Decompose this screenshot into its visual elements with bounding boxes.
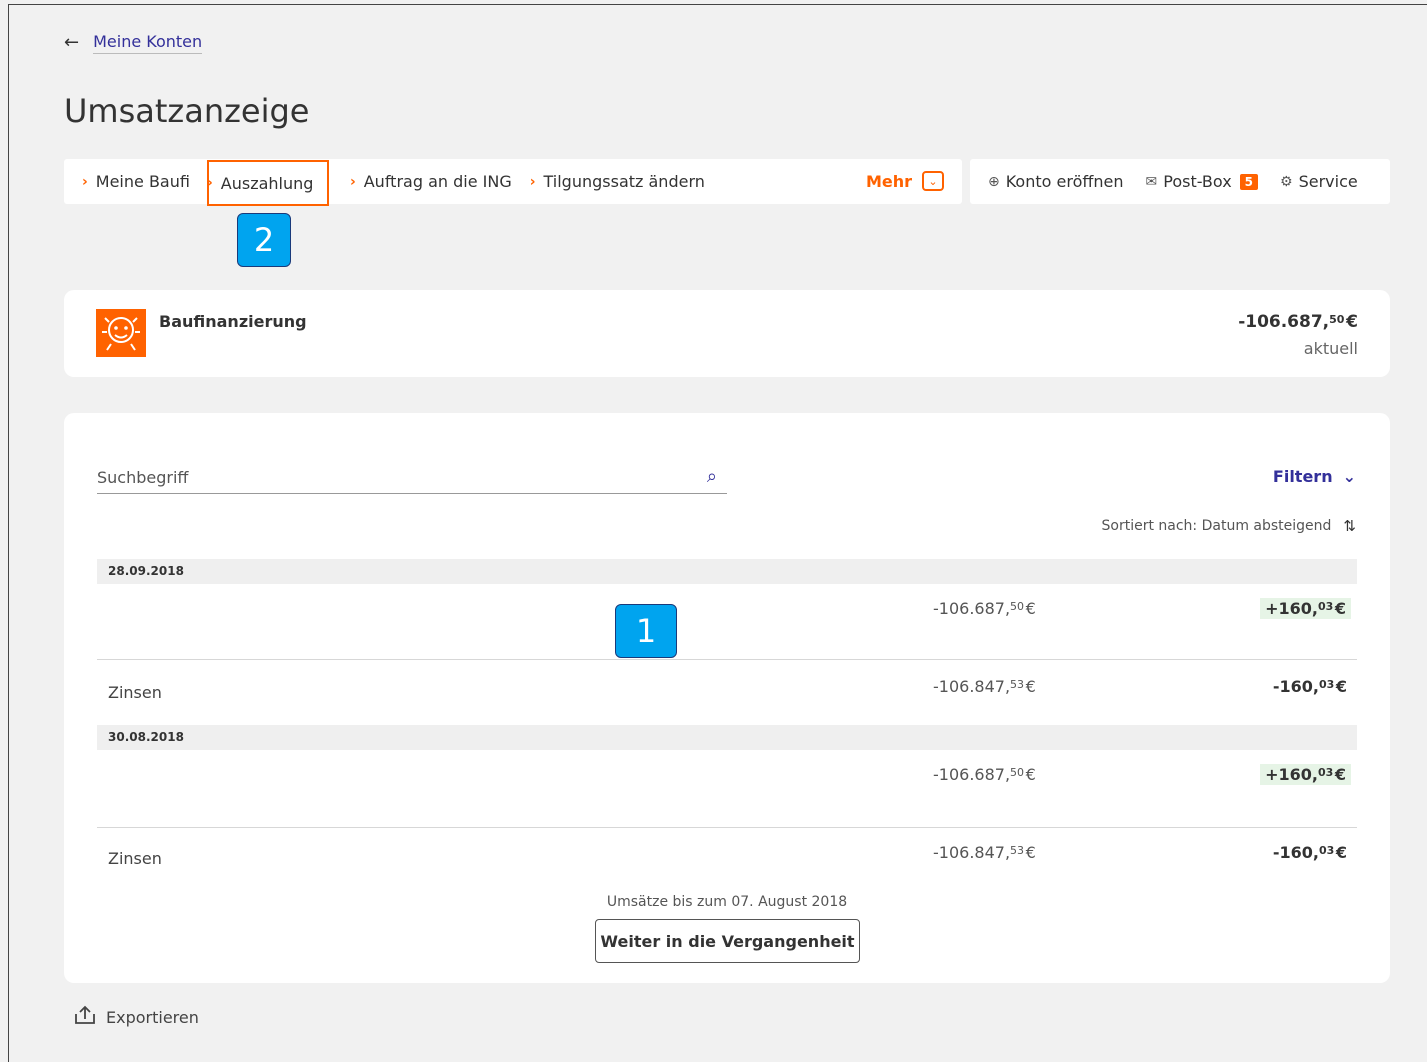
account-balance-status: aktuell [1303,339,1358,358]
running-balance-main: -106.847, [933,843,1011,862]
currency: € [1334,599,1346,618]
upload-icon [74,1005,96,1030]
plus-circle-icon: ⊕ [988,173,1000,190]
nav-item-label: Tilgungssatz ändern [543,172,705,191]
postbox-count-badge: 5 [1239,173,1259,190]
transaction-amount-main: -160, [1272,677,1319,696]
search-field[interactable]: ⌕ [97,466,727,494]
back-link-label[interactable]: Meine Konten [93,32,203,54]
search-input[interactable] [97,466,677,487]
running-balance-cents: 50 [1010,600,1025,613]
currency: € [1025,599,1036,618]
export-label: Exportieren [106,1008,199,1027]
transaction-label: Zinsen [108,683,162,702]
account-balance-main: -106.687, [1238,312,1330,332]
filter-button[interactable]: Filtern ⌄ [1273,467,1356,486]
table-row[interactable]: Zinsen -106.847,53 € -160,03 € [97,661,1357,725]
service-toolbar: ⊕ Konto eröffnen ✉ Post-Box 5 ⚙ Service [970,159,1390,204]
table-row[interactable]: Zinsen -106.847,53 € -160,03 € [97,828,1357,888]
transaction-amount-cents: 03 [1318,678,1335,691]
currency: € [1025,677,1036,696]
running-balance: -106.687,50 € [933,765,1036,784]
nav-item-label: Auftrag an die ING [363,172,512,191]
history-range-text: Umsätze bis zum 07. August 2018 [606,894,848,910]
nav-item-label: Meine Baufi [95,172,190,191]
running-balance-cents: 53 [1010,844,1025,857]
filter-label: Filtern [1272,467,1333,486]
date-header: 30.08.2018 [97,725,1357,750]
gear-icon: ⚙ [1280,173,1293,190]
transactions-card: ⌕ Filtern ⌄ Sortiert nach: Datum absteig… [64,413,1390,983]
account-balance: -106.687,50 € [1238,312,1358,332]
currency: € [1334,765,1346,784]
transaction-amount-cents: 03 [1317,766,1334,779]
running-balance-cents: 53 [1010,678,1025,691]
envelope-icon: ✉ [1145,173,1158,190]
account-balance-cents: 50 [1329,313,1345,326]
more-menu-label: Mehr [865,171,912,191]
load-older-button[interactable]: Weiter in die Vergangenheit [595,919,860,963]
account-summary-card: Baufinanzierung -106.687,50 € aktuell [64,290,1390,377]
nav-item-meine-baufi[interactable]: › Meine Baufi [64,159,190,204]
annotation-marker-2: 2 [237,213,291,267]
product-nav: › Meine Baufi › Auszahlung › Auftrag an … [64,159,962,206]
annotation-marker-1: 1 [615,604,677,658]
nav-item-label: Auszahlung [220,173,314,193]
transaction-amount-cents: 03 [1317,600,1334,613]
back-link[interactable]: ← Meine Konten [64,32,203,54]
open-account-label: Konto eröffnen [1005,172,1124,191]
running-balance-main: -106.847, [933,677,1011,696]
currency: € [1335,677,1347,696]
account-name: Baufinanzierung [159,312,307,331]
transaction-amount: +160,03 € [1260,598,1351,619]
service-label: Service [1298,172,1358,191]
transaction-amount-main: +160, [1265,765,1318,784]
currency: € [1025,843,1036,862]
transaction-amount: +160,03 € [1260,764,1351,785]
export-button[interactable]: Exportieren [74,1005,199,1030]
chevron-down-icon: ⌄ [922,171,944,191]
running-balance-main: -106.687, [933,599,1011,618]
running-balance-cents: 50 [1010,766,1025,779]
transaction-amount: -160,03 € [1273,677,1347,696]
table-row[interactable]: -106.687,50 € +160,03 € [97,584,1357,660]
transaction-amount-main: -160, [1272,843,1319,862]
nav-item-tilgungssatz[interactable]: › Tilgungssatz ändern [512,159,705,204]
chevron-right-icon: › [207,175,213,191]
running-balance-main: -106.687, [933,765,1011,784]
chevron-right-icon: › [82,173,88,190]
open-account-button[interactable]: ⊕ Konto eröffnen [988,172,1124,191]
running-balance: -106.847,53 € [933,677,1036,696]
more-menu-button[interactable]: Mehr ⌄ [866,171,944,191]
postbox-button[interactable]: ✉ Post-Box 5 [1146,172,1259,191]
arrow-left-icon: ← [64,32,80,53]
postbox-label: Post-Box [1163,172,1232,191]
table-row[interactable]: -106.687,50 € +160,03 € [97,750,1357,828]
transaction-amount-cents: 03 [1318,844,1335,857]
chevron-right-icon: › [349,173,356,190]
transaction-amount-main: +160, [1265,599,1318,618]
currency: € [1025,765,1036,784]
service-button[interactable]: ⚙ Service [1280,172,1358,191]
nav-item-auszahlung[interactable]: › Auszahlung [207,160,329,206]
running-balance: -106.687,50 € [933,599,1036,618]
currency: € [1335,843,1347,862]
sort-toggle[interactable]: Sortiert nach: Datum absteigend ⇅ [1102,517,1356,535]
lion-icon [96,309,146,357]
search-icon[interactable]: ⌕ [707,466,717,487]
page-title: Umsatzanzeige [64,92,310,130]
transaction-amount: -160,03 € [1273,843,1347,862]
chevron-down-icon: ⌄ [1342,467,1356,486]
running-balance: -106.847,53 € [933,843,1036,862]
transaction-label: Zinsen [108,849,162,868]
sort-label: Sortiert nach: Datum absteigend [1101,518,1332,534]
account-balance-currency: € [1346,312,1358,332]
nav-item-auftrag[interactable]: › Auftrag an die ING [332,159,512,204]
chevron-right-icon: › [529,173,536,190]
sort-icon: ⇅ [1343,517,1356,535]
date-header: 28.09.2018 [97,559,1357,584]
